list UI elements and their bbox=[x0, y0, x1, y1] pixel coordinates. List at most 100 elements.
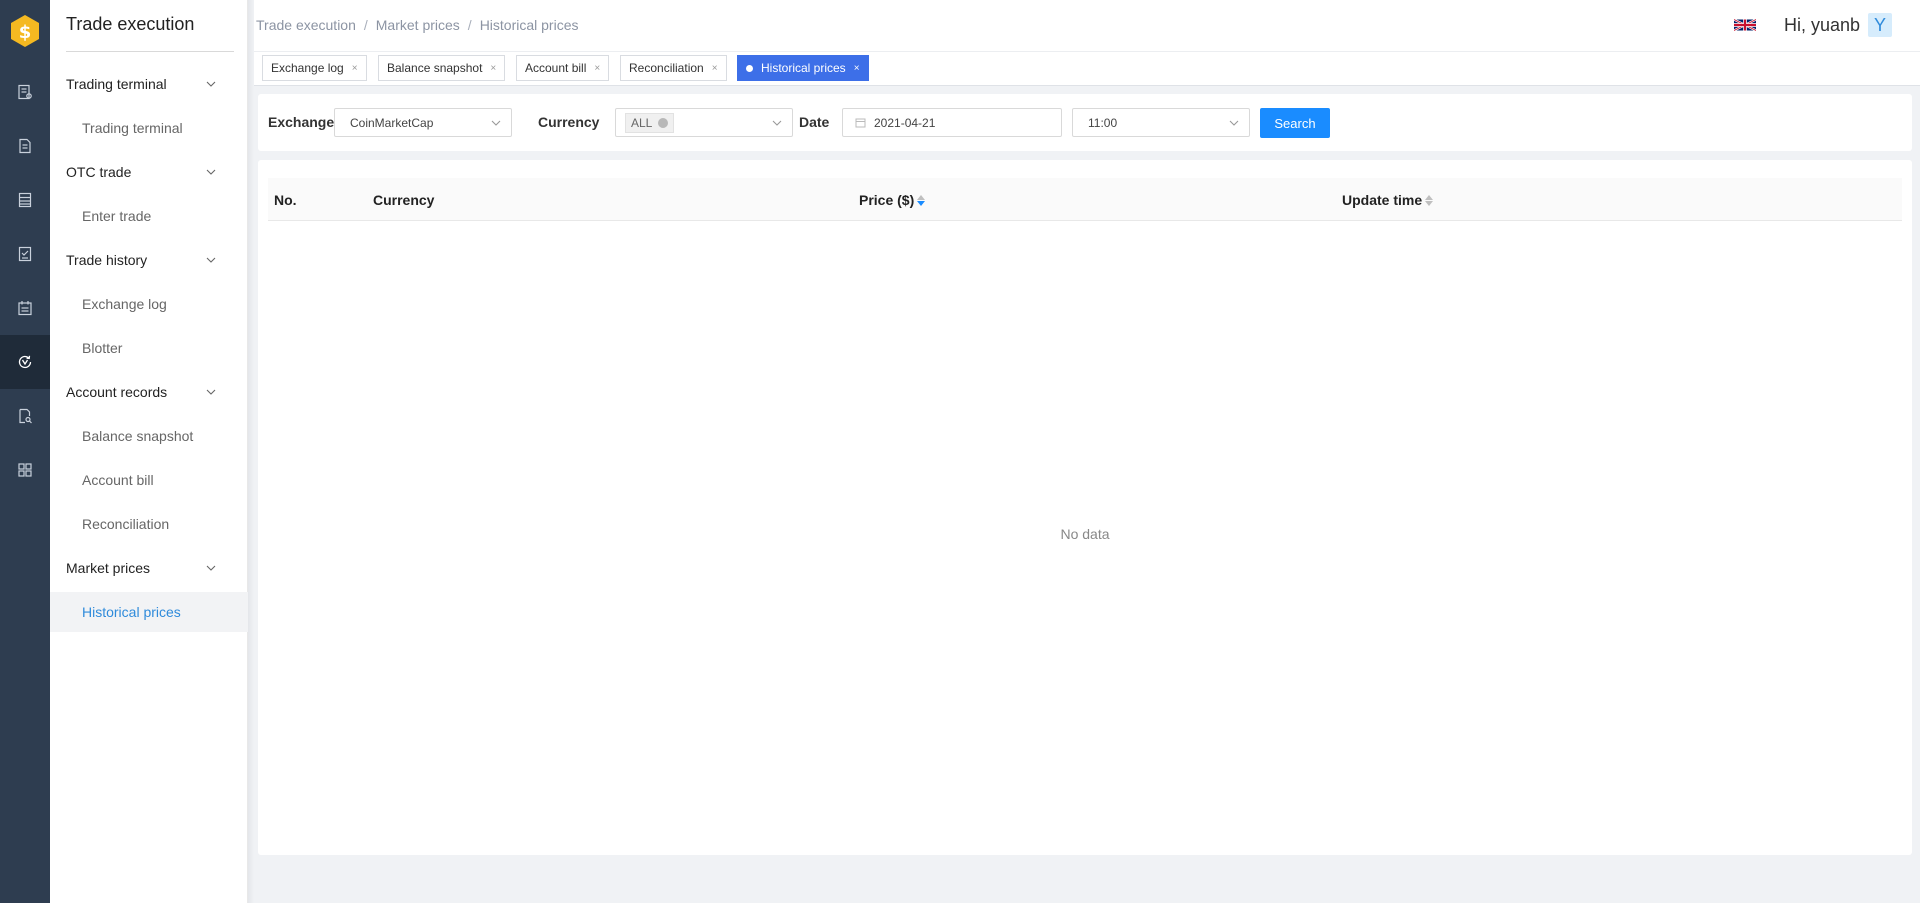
chevron-down-icon bbox=[206, 389, 216, 395]
table-panel: No. Currency Price ($) Update time No da… bbox=[258, 160, 1912, 855]
sidebar-item-account-bill[interactable]: Account bill bbox=[50, 460, 248, 500]
breadcrumb-item-current: Historical prices bbox=[479, 17, 579, 33]
close-icon[interactable]: × bbox=[594, 63, 600, 74]
table-header: No. Currency Price ($) Update time bbox=[268, 178, 1902, 221]
sidebar-group-label: Account records bbox=[66, 384, 168, 400]
column-header-price[interactable]: Price ($) bbox=[859, 192, 926, 208]
currency-label: Currency bbox=[538, 114, 600, 130]
main-content: Trade execution / Market prices / Histor… bbox=[254, 0, 1920, 903]
tab-balance-snapshot[interactable]: Balance snapshot × bbox=[378, 55, 506, 81]
sidebar: Trade execution Trading terminal Trading… bbox=[50, 0, 248, 903]
sidebar-item-balance-snapshot[interactable]: Balance snapshot bbox=[50, 416, 248, 456]
sidebar-item-reconciliation[interactable]: Reconciliation bbox=[50, 504, 248, 544]
sidebar-group-trading-terminal[interactable]: Trading terminal bbox=[50, 62, 248, 106]
chevron-down-icon bbox=[1229, 120, 1239, 126]
calendar-icon bbox=[855, 118, 866, 128]
report-icon bbox=[18, 84, 32, 100]
sidebar-item-blotter[interactable]: Blotter bbox=[50, 328, 248, 368]
tag-remove-icon[interactable] bbox=[658, 117, 669, 128]
empty-state-text: No data bbox=[1060, 526, 1110, 542]
rail-calendar-item[interactable] bbox=[0, 281, 50, 335]
sidebar-group-label: OTC trade bbox=[66, 164, 132, 180]
rail-apps-item[interactable] bbox=[0, 443, 50, 497]
rail-price-history-item[interactable] bbox=[0, 335, 50, 389]
sidebar-item-label: Blotter bbox=[82, 340, 123, 356]
uk-flag-icon[interactable] bbox=[1734, 17, 1756, 33]
tab-label: Exchange log bbox=[271, 61, 344, 75]
tab-reconciliation[interactable]: Reconciliation × bbox=[620, 55, 727, 81]
rail-report-item[interactable] bbox=[0, 65, 50, 119]
column-header-label: No. bbox=[274, 192, 297, 208]
filter-panel: Exchange CoinMarketCap Currency ALL Date… bbox=[258, 94, 1912, 151]
rail-ledger-item[interactable] bbox=[0, 173, 50, 227]
search-button[interactable]: Search bbox=[1260, 108, 1330, 138]
app-title: Trade execution bbox=[66, 14, 195, 34]
tab-label: Balance snapshot bbox=[387, 61, 483, 75]
time-value: 11:00 bbox=[1088, 115, 1118, 130]
close-icon[interactable]: × bbox=[854, 63, 860, 74]
date-picker[interactable]: 2021-04-21 bbox=[842, 108, 1062, 137]
title-divider bbox=[66, 51, 234, 52]
sidebar-item-historical-prices[interactable]: Historical prices bbox=[50, 592, 248, 632]
tab-label: Historical prices bbox=[761, 61, 846, 75]
user-greeting: Hi, yuanb bbox=[1784, 15, 1861, 35]
icon-rail: $ bbox=[0, 0, 50, 903]
top-bar: Trade execution / Market prices / Histor… bbox=[254, 0, 1920, 52]
price-history-icon bbox=[18, 355, 32, 369]
tab-account-bill[interactable]: Account bill × bbox=[516, 55, 610, 81]
dollar-logo-icon: $ bbox=[11, 15, 39, 47]
sidebar-item-label: Exchange log bbox=[82, 296, 167, 312]
sidebar-item-trading-terminal[interactable]: Trading terminal bbox=[50, 108, 248, 148]
avatar[interactable]: Y bbox=[1868, 13, 1892, 37]
column-header-currency: Currency bbox=[373, 192, 434, 208]
tabs-bar: Exchange log × Balance snapshot × Accoun… bbox=[254, 52, 1920, 86]
ledger-icon bbox=[18, 192, 32, 208]
sidebar-group-label: Market prices bbox=[66, 560, 151, 576]
chevron-down-icon bbox=[491, 120, 501, 126]
exchange-value: CoinMarketCap bbox=[350, 115, 434, 130]
sidebar-item-label: Trading terminal bbox=[82, 120, 183, 136]
column-header-label: Update time bbox=[1342, 192, 1423, 208]
currency-tag: ALL bbox=[625, 112, 675, 133]
rail-document-item[interactable] bbox=[0, 119, 50, 173]
exchange-select[interactable]: CoinMarketCap bbox=[334, 108, 512, 137]
rail-file-search-item[interactable] bbox=[0, 389, 50, 443]
file-search-icon bbox=[19, 408, 32, 424]
sidebar-group-trade-history[interactable]: Trade history bbox=[50, 238, 248, 282]
sidebar-group-otc-trade[interactable]: OTC trade bbox=[50, 150, 248, 194]
sidebar-item-label: Account bill bbox=[82, 472, 154, 488]
breadcrumb-separator: / bbox=[363, 17, 368, 33]
rail-receipt-item[interactable] bbox=[0, 227, 50, 281]
svg-text:$: $ bbox=[19, 22, 32, 43]
sidebar-group-account-records[interactable]: Account records bbox=[50, 370, 248, 414]
chevron-down-icon bbox=[206, 169, 216, 175]
breadcrumb: Trade execution / Market prices / Histor… bbox=[256, 17, 579, 33]
receipt-icon bbox=[18, 246, 32, 262]
tab-label: Reconciliation bbox=[629, 61, 704, 75]
close-icon[interactable]: × bbox=[352, 63, 358, 74]
breadcrumb-item[interactable]: Trade execution bbox=[256, 17, 356, 33]
close-icon[interactable]: × bbox=[712, 63, 718, 74]
sidebar-group-label: Trading terminal bbox=[66, 76, 167, 92]
currency-tag-label: ALL bbox=[631, 115, 653, 130]
breadcrumb-item[interactable]: Market prices bbox=[376, 17, 460, 33]
time-select[interactable]: 11:00 bbox=[1072, 108, 1250, 137]
tab-historical-prices[interactable]: Historical prices × bbox=[737, 55, 869, 81]
date-label: Date bbox=[799, 114, 830, 130]
currency-select[interactable]: ALL bbox=[615, 108, 793, 137]
sidebar-item-exchange-log[interactable]: Exchange log bbox=[50, 284, 248, 324]
close-icon[interactable]: × bbox=[490, 63, 496, 74]
sort-icon[interactable] bbox=[1425, 194, 1434, 206]
sidebar-item-enter-trade[interactable]: Enter trade bbox=[50, 196, 248, 236]
chevron-down-icon bbox=[206, 257, 216, 263]
tab-exchange-log[interactable]: Exchange log × bbox=[262, 55, 367, 81]
column-header-update-time[interactable]: Update time bbox=[1342, 192, 1434, 208]
sort-icon[interactable] bbox=[917, 194, 926, 206]
sidebar-item-label: Reconciliation bbox=[82, 516, 170, 532]
sidebar-group-market-prices[interactable]: Market prices bbox=[50, 546, 248, 590]
date-value: 2021-04-21 bbox=[874, 115, 936, 130]
sidebar-group-label: Trade history bbox=[66, 252, 148, 268]
sidebar-item-label: Balance snapshot bbox=[82, 428, 194, 444]
chevron-down-icon bbox=[206, 565, 216, 571]
chevron-down-icon bbox=[772, 120, 782, 126]
